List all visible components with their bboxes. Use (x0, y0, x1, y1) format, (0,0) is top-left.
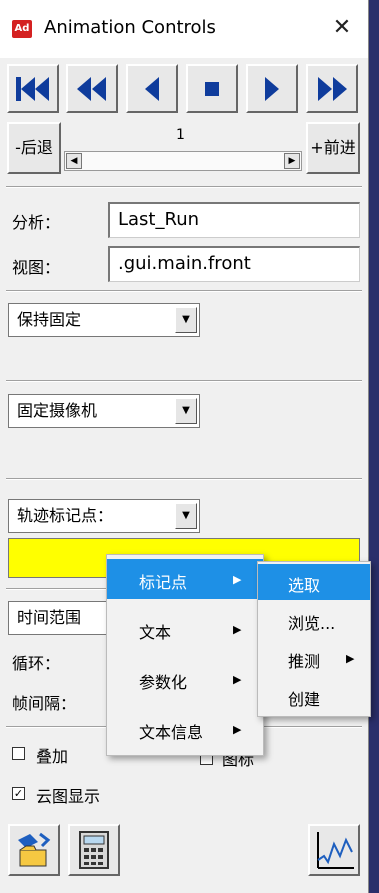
submenu-arrow-icon: ▶ (233, 723, 242, 736)
animation-controls-window: Ad Animation Controls ✕ -后退 1 ◀ ▶ +前进 分析… (0, 0, 369, 893)
submenu-item-browse[interactable]: 浏览... (258, 602, 370, 638)
menu-item-label: 文本信息 (139, 723, 204, 742)
play-forward-button[interactable] (246, 64, 298, 113)
overlay-checkbox[interactable] (12, 747, 25, 760)
context-menu: 标记点 ▶ 文本 ▶ 参数化 ▶ 文本信息 ▶ (106, 554, 264, 756)
menu-item-label: 标记点 (139, 573, 188, 592)
step-back-icon (77, 77, 106, 101)
load-animation-button[interactable] (8, 824, 60, 876)
menu-item-label: 参数化 (139, 673, 188, 692)
loop-label: 循环： (12, 654, 61, 673)
contour-checkbox[interactable]: ✓ (12, 787, 25, 800)
fast-forward-icon (318, 77, 347, 101)
play-forward-icon (265, 77, 279, 101)
time-range-dropdown[interactable]: 时间范围 (8, 601, 118, 635)
stop-button[interactable] (186, 64, 238, 113)
scroll-left-icon[interactable]: ◀ (66, 153, 82, 169)
camera-mode-dropdown[interactable]: 固定摄像机 ▼ (8, 394, 200, 428)
submenu-item-create[interactable]: 创建 (258, 678, 370, 714)
divider (6, 478, 362, 480)
menu-item-marker[interactable]: 标记点 ▶ (107, 559, 263, 599)
menu-item-label: 文本 (139, 623, 172, 642)
divider (6, 380, 362, 382)
divider (6, 290, 362, 292)
play-backward-button[interactable] (126, 64, 178, 113)
submenu-item-select[interactable]: 选取 (258, 564, 370, 600)
close-button[interactable]: ✕ (330, 14, 354, 42)
submenu-item-label: 选取 (288, 576, 321, 595)
overlay-label: 叠加 (36, 747, 69, 766)
view-field[interactable]: .gui.main.front (108, 246, 360, 282)
step-back-frame-button[interactable]: -后退 (7, 122, 61, 174)
calculator-button[interactable] (68, 824, 120, 876)
scroll-right-icon[interactable]: ▶ (284, 153, 300, 169)
submenu-arrow-icon: ▶ (233, 573, 242, 586)
analysis-field[interactable]: Last_Run (108, 202, 360, 238)
chevron-down-icon: ▼ (175, 503, 197, 529)
hold-mode-dropdown[interactable]: 保持固定 ▼ (8, 303, 200, 337)
stop-icon (205, 82, 219, 96)
analysis-label: 分析： (12, 213, 61, 232)
contour-label: 云图显示 (36, 787, 101, 806)
submenu-item-guess[interactable]: 推测 ▶ (258, 640, 370, 676)
hold-mode-value: 保持固定 (17, 310, 82, 329)
submenu-arrow-icon: ▶ (233, 623, 242, 636)
fast-forward-button[interactable] (306, 64, 358, 113)
menu-item-parameterize[interactable]: 参数化 ▶ (107, 659, 263, 699)
view-label: 视图： (12, 258, 61, 277)
submenu-arrow-icon: ▶ (233, 673, 242, 686)
frame-interval-label: 帧间隔： (12, 694, 77, 713)
submenu-item-label: 推测 (288, 652, 321, 671)
step-forward-frame-button[interactable]: +前进 (306, 122, 360, 174)
plot-icon (317, 832, 354, 869)
current-frame-number: 1 (176, 127, 185, 143)
rewind-to-start-button[interactable] (7, 64, 59, 113)
submenu-arrow-icon: ▶ (346, 652, 355, 665)
load-animation-icon (18, 832, 51, 867)
camera-mode-value: 固定摄像机 (17, 401, 98, 420)
window-title: Animation Controls (44, 17, 216, 38)
menu-item-text[interactable]: 文本 ▶ (107, 609, 263, 649)
plot-button[interactable] (308, 824, 360, 876)
submenu: 选取 浏览... 推测 ▶ 创建 (257, 561, 371, 717)
play-backward-icon (145, 77, 159, 101)
divider (6, 186, 362, 188)
rewind-to-start-icon (16, 77, 49, 101)
frame-scrollbar[interactable]: ◀ ▶ (64, 151, 302, 171)
submenu-item-label: 浏览... (288, 614, 336, 633)
time-range-value: 时间范围 (17, 608, 82, 627)
submenu-item-label: 创建 (288, 690, 321, 709)
chevron-down-icon: ▼ (175, 307, 197, 333)
trace-marker-value: 轨迹标记点： (17, 506, 114, 525)
trace-marker-dropdown[interactable]: 轨迹标记点： ▼ (8, 499, 200, 533)
title-bar[interactable]: Ad Animation Controls ✕ (0, 0, 368, 58)
app-logo-icon: Ad (12, 20, 32, 38)
step-back-button[interactable] (66, 64, 118, 113)
chevron-down-icon: ▼ (175, 398, 197, 424)
menu-item-text-info[interactable]: 文本信息 ▶ (107, 709, 263, 749)
calculator-icon (79, 831, 109, 869)
